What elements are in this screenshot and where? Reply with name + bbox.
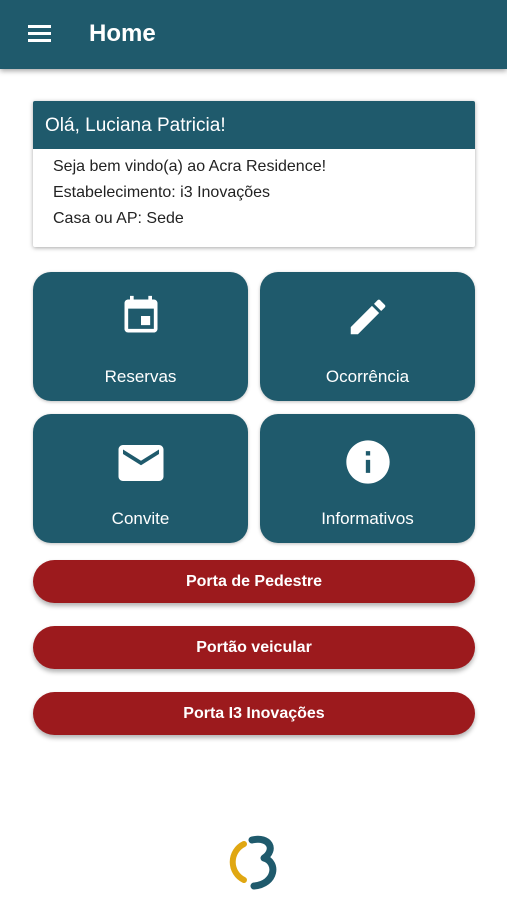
envelope-icon bbox=[33, 436, 248, 486]
establishment-info: Estabelecimento: i3 Inovações bbox=[53, 184, 271, 201]
i3-logo bbox=[226, 832, 284, 892]
app-bar: Home bbox=[0, 0, 507, 69]
reservas-label: Reservas bbox=[104, 367, 177, 386]
residence-info: Casa ou AP: Sede bbox=[53, 210, 184, 227]
convite-button[interactable]: Convite bbox=[33, 414, 248, 543]
calendar-icon bbox=[33, 294, 248, 344]
porta-pedestre-button[interactable]: Porta de Pedestre bbox=[33, 560, 475, 603]
welcome-card: Olá, Luciana Patricia! Seja bem vindo(a)… bbox=[33, 101, 475, 247]
informativos-button[interactable]: Informativos bbox=[260, 414, 475, 543]
welcome-message: Seja bem vindo(a) ao Acra Residence! bbox=[53, 158, 327, 175]
page-title: Home bbox=[89, 20, 156, 47]
pencil-icon bbox=[260, 294, 475, 344]
portao-veicular-button[interactable]: Portão veicular bbox=[33, 626, 475, 669]
informativos-label: Informativos bbox=[321, 509, 414, 528]
ocorrencia-label: Ocorrência bbox=[325, 367, 410, 386]
greeting: Olá, Luciana Patricia! bbox=[33, 101, 475, 149]
reservas-button[interactable]: Reservas bbox=[33, 272, 248, 401]
info-icon bbox=[260, 436, 475, 486]
convite-label: Convite bbox=[111, 509, 170, 528]
porta-i3-button[interactable]: Porta I3 Inovações bbox=[33, 692, 475, 735]
ocorrencia-button[interactable]: Ocorrência bbox=[260, 272, 475, 401]
hamburger-menu-icon[interactable] bbox=[24, 21, 54, 49]
welcome-details: Seja bem vindo(a) ao Acra Residence! Est… bbox=[33, 149, 475, 234]
